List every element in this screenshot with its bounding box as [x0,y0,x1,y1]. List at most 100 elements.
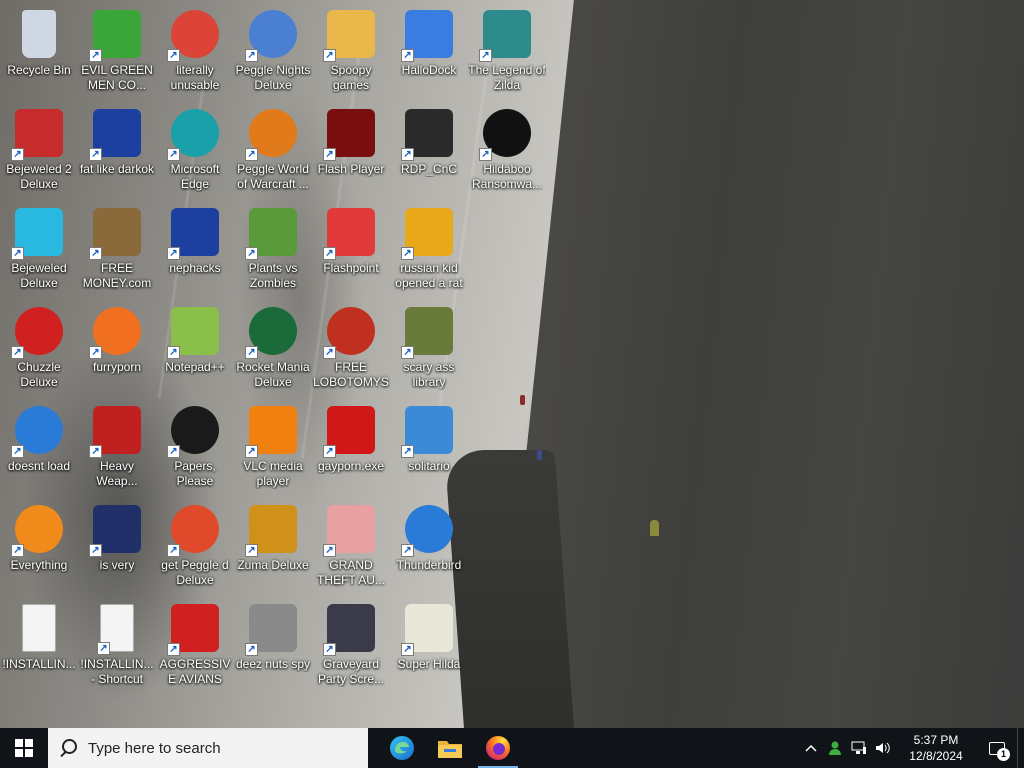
climber-figure [520,395,525,405]
shield-icon: ↗ [401,10,453,62]
desktop-icon-label: Peggle Nights Deluxe [235,63,311,92]
desktop-icon-label: Peggle World of Warcraft ... [237,162,309,191]
shortcut-arrow-icon: ↗ [401,49,414,62]
desktop-icon[interactable]: ↗ Thunderbird [390,499,468,595]
desktop-icon[interactable]: ↗ solitario [390,400,468,496]
desktop-icon[interactable]: ↗ Hildaboo Ransomwa... [468,103,546,199]
shortcut-arrow-icon: ↗ [401,247,414,260]
desktop-icon[interactable]: ↗ HalloDock [390,4,468,100]
mpl-shield-icon: ↗ [89,505,141,557]
desktop-icon[interactable]: ↗ Plants vs Zombies [234,202,312,298]
system-clock[interactable]: 5:37 PM 12/8/2024 [895,732,977,764]
shortcut-arrow-icon: ↗ [167,346,180,359]
show-desktop-button[interactable] [1017,728,1024,768]
desktop-icon-label: FREE LOBOTOMYS [313,360,389,389]
desktop-icon[interactable]: ↗ doesnt load [0,400,78,496]
shortcut-arrow-icon: ↗ [11,544,24,557]
desktop-icon[interactable]: ↗ Spoopy games [312,4,390,100]
chuzzle-icon: ↗ [11,307,63,359]
desktop-icon[interactable]: ↗ Bejeweled 2 Deluxe [0,103,78,199]
desktop-icon[interactable]: !INSTALLIN... [0,598,78,694]
shortcut-arrow-icon: ↗ [11,148,24,161]
lobotomy-icon: ↗ [323,307,375,359]
flash-exe-icon: ↗ [323,406,375,458]
desktop-icon[interactable]: ↗ !INSTALLIN... - Shortcut [78,598,156,694]
desktop-icon[interactable]: ↗ FREE MONEY.com [78,202,156,298]
desktop-icon-label: VLC media player [243,459,303,488]
desktop-icon[interactable]: ↗ Microsoft Edge [156,103,234,199]
desktop-icon[interactable]: ↗ Heavy Weap... [78,400,156,496]
desktop-icon[interactable]: ↗ Peggle Nights Deluxe [234,4,312,100]
system-tray: 5:37 PM 12/8/2024 1 [799,728,1024,768]
mpl-icon: ↗ [89,109,141,161]
taskbar-firefox-button[interactable] [474,728,522,768]
shortcut-arrow-icon: ↗ [11,346,24,359]
desktop-icon[interactable]: ↗ scary ass library [390,301,468,397]
desktop-icon[interactable]: ↗ get Peggle d Deluxe [156,499,234,595]
desktop-icon[interactable]: ↗ Flashpoint [312,202,390,298]
desktop-icon[interactable]: ↗ Rocket Mania Deluxe [234,301,312,397]
everything-icon: ↗ [11,505,63,557]
search-box[interactable]: Type here to search [48,728,368,768]
desktop-icon[interactable]: ↗ Chuzzle Deluxe [0,301,78,397]
chevron-up-icon[interactable] [799,728,823,768]
desktop-icon[interactable]: ↗ Peggle World of Warcraft ... [234,103,312,199]
start-button[interactable] [0,728,48,768]
desktop-icon[interactable]: ↗ nephacks [156,202,234,298]
desktop-icon[interactable]: ↗ Super Hilda [390,598,468,694]
shortcut-arrow-icon: ↗ [89,544,102,557]
desktop-icon[interactable]: ↗ Papers, Please [156,400,234,496]
desktop-icon[interactable]: ↗ AGGRESSIVE AVIANS [156,598,234,694]
shortcut-arrow-icon: ↗ [401,148,414,161]
thunderbird-icon: ↗ [11,406,63,458]
desktop-icon[interactable]: ↗ Bejeweled Deluxe [0,202,78,298]
desktop-icon-label: Chuzzle Deluxe [17,360,61,389]
user-tray-icon[interactable] [823,728,847,768]
desktop-icon[interactable]: ↗ Everything [0,499,78,595]
windows-stack-icon: ↗ [245,604,297,656]
desktop-icon[interactable]: Recycle Bin [0,4,78,100]
desktop-icon[interactable]: ↗ FREE LOBOTOMYS [312,301,390,397]
desktop-icon[interactable]: ↗ GRAND THEFT AU... [312,499,390,595]
desktop-icon[interactable]: ↗ is very [78,499,156,595]
shortcut-arrow-icon: ↗ [245,247,258,260]
notification-badge: 1 [997,748,1010,761]
desktop-icon[interactable]: ↗ gayporn.exe [312,400,390,496]
desktop-icon[interactable]: ↗ Graveyard Party Scre... [312,598,390,694]
desktop-icon[interactable]: ↗ RDP_CnC [390,103,468,199]
network-icon[interactable] [847,728,871,768]
recycle-bin-icon [22,10,56,58]
desktop-icon-label: Hildaboo Ransomwa... [471,162,543,191]
desktop-icon-label: Bejeweled 2 Deluxe [6,162,72,191]
desktop-icon[interactable]: ↗ Notepad++ [156,301,234,397]
shortcut-arrow-icon: ↗ [323,445,336,458]
desktop-icon[interactable]: ↗ Flash Player [312,103,390,199]
folder-icon: ↗ [323,10,375,62]
desktop-icon-label: gayporn.exe [317,459,385,473]
solitaire-icon: ↗ [401,406,453,458]
shortcut-arrow-icon: ↗ [97,642,110,655]
desktop-icon-label: Flash Player [317,162,385,176]
desktop-icon[interactable]: ↗ furryporn [78,301,156,397]
taskbar-explorer-button[interactable] [426,728,474,768]
desktop-icon-label: Heavy Weap... [96,459,138,488]
desktop-icon[interactable]: ↗ russian kid opened a rat [390,202,468,298]
thunderbird-icon: ↗ [401,505,453,557]
desktop-icon[interactable]: ↗ The Legend of Zilda [468,4,546,100]
desktop-icon[interactable]: ↗ VLC media player [234,400,312,496]
peggle-p-icon: ↗ [167,505,219,557]
desktop-icon-label: Flashpoint [323,261,379,275]
taskbar-edge-button[interactable] [378,728,426,768]
library-icon: ↗ [401,307,453,359]
desktop-icon-label: The Legend of Zilda [468,63,546,92]
action-center-button[interactable]: 1 [977,728,1017,768]
desktop-icon[interactable]: ↗ Zuma Deluxe [234,499,312,595]
desktop-icon-label: EVIL GREEN MEN CO... [81,63,153,92]
clock-time: 5:37 PM [913,733,959,747]
volume-icon[interactable] [871,728,895,768]
desktop-icon[interactable]: ↗ fat like darkok [78,103,156,199]
shortcut-arrow-icon: ↗ [323,148,336,161]
desktop-icon[interactable]: ↗ literally unusable [156,4,234,100]
desktop-icon[interactable]: ↗ EVIL GREEN MEN CO... [78,4,156,100]
desktop-icon[interactable]: ↗ deez nuts spy [234,598,312,694]
